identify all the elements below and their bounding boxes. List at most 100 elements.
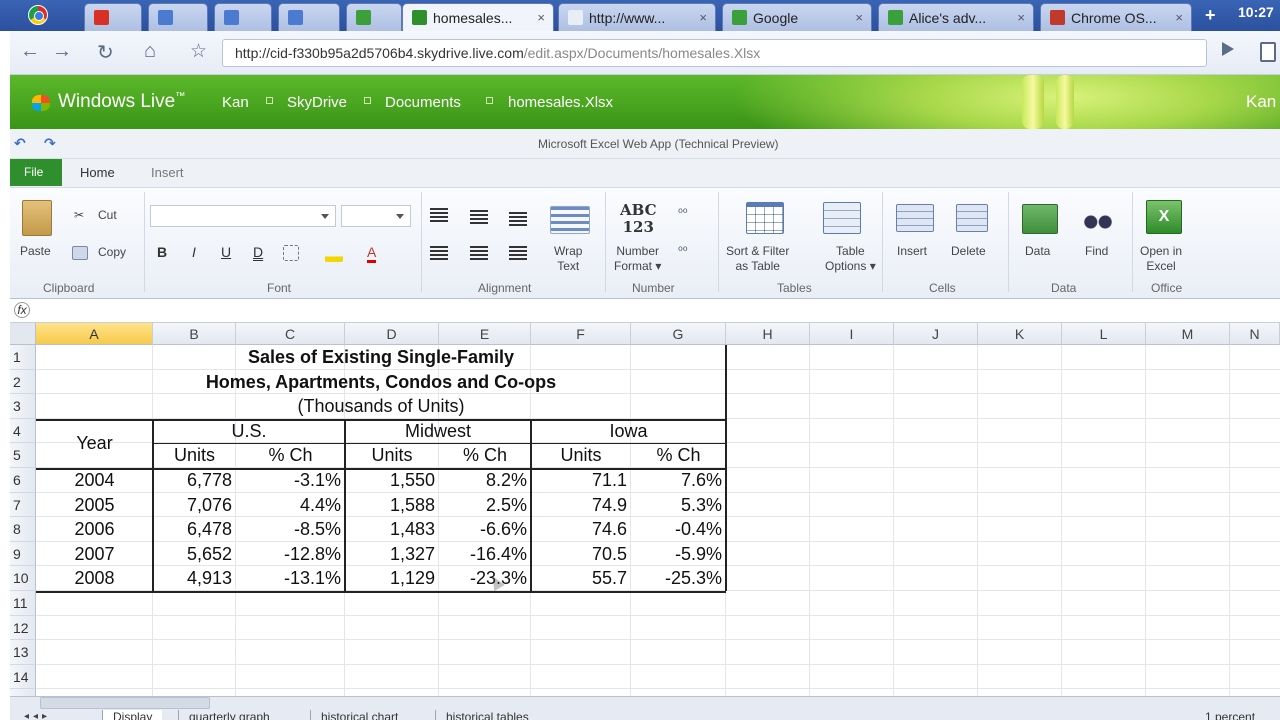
row-header[interactable]: 14 [10, 664, 36, 690]
column-header[interactable]: E [439, 323, 531, 345]
browser-tab[interactable] [148, 3, 208, 31]
data-cell[interactable]: -16.4% [439, 542, 531, 567]
wrap-text-label[interactable]: Wrap Text [554, 244, 582, 274]
data-cell[interactable]: 1,327 [345, 542, 439, 567]
forward-arrow-icon[interactable]: → [52, 40, 72, 63]
borders-icon[interactable] [283, 245, 299, 261]
year-cell[interactable]: 2008 [36, 566, 153, 591]
underline-button[interactable]: U [221, 244, 231, 260]
increase-decimal-icon[interactable]: ⁰⁰ [678, 206, 688, 221]
copy-icon[interactable] [72, 246, 88, 260]
data-cell[interactable]: 4,913 [153, 566, 236, 591]
tab-file[interactable]: File [10, 159, 62, 186]
cut-label[interactable]: Cut [98, 208, 117, 223]
font-color-button[interactable]: A [367, 244, 377, 263]
year-cell[interactable]: 2005 [36, 493, 153, 518]
tab-home[interactable]: Home [80, 165, 115, 180]
close-tab-icon[interactable]: × [1017, 10, 1025, 25]
table-options-label[interactable]: Table Options ▾ [825, 244, 876, 274]
column-subheader[interactable]: % Ch [439, 443, 531, 468]
browser-tab[interactable] [84, 3, 142, 31]
data-cell[interactable]: 5,652 [153, 542, 236, 567]
wrap-text-icon[interactable] [550, 206, 590, 234]
open-in-excel-icon[interactable]: X [1146, 200, 1182, 234]
cut-icon[interactable]: ✂ [74, 208, 84, 223]
data-cell[interactable]: 8.2% [439, 468, 531, 493]
crumb-user[interactable]: Kan [222, 94, 249, 111]
row-header[interactable]: 10 [10, 566, 36, 591]
column-header[interactable]: L [1062, 323, 1146, 345]
windows-live-brand[interactable]: Windows Live™ [58, 91, 185, 113]
data-cell[interactable]: 1,550 [345, 468, 439, 493]
close-tab-icon[interactable]: × [699, 10, 707, 25]
column-header[interactable]: H [726, 323, 810, 345]
data-cell[interactable]: 2.5% [439, 493, 531, 518]
data-button-label[interactable]: Data [1025, 244, 1050, 259]
data-cell[interactable]: 7.6% [631, 468, 726, 493]
font-size-combo[interactable] [341, 205, 411, 227]
italic-button[interactable]: I [192, 244, 196, 260]
find-label[interactable]: Find [1085, 244, 1108, 259]
open-in-excel-label[interactable]: Open in Excel [1140, 244, 1182, 274]
row-header[interactable]: 1 [10, 345, 36, 370]
column-header[interactable]: G [631, 323, 726, 345]
new-tab-button[interactable]: + [1205, 5, 1216, 26]
data-cell[interactable]: 4.4% [236, 493, 345, 518]
align-middle-icon[interactable] [470, 210, 488, 224]
row-header[interactable]: 15 [10, 689, 36, 696]
delete-cells-label[interactable]: Delete [951, 244, 986, 259]
data-cell[interactable]: 6,778 [153, 468, 236, 493]
data-cell[interactable]: -3.1% [236, 468, 345, 493]
row-header[interactable]: 9 [10, 541, 36, 567]
fill-color-icon[interactable] [325, 244, 343, 262]
tab-insert[interactable]: Insert [151, 165, 184, 180]
paste-label[interactable]: Paste [20, 244, 51, 259]
paste-icon[interactable] [22, 200, 52, 236]
align-left-icon[interactable] [430, 246, 448, 260]
column-subheader[interactable]: Units [153, 443, 236, 468]
sheet-tab[interactable]: quarterly graph [178, 710, 280, 720]
table-options-icon[interactable] [823, 202, 861, 234]
data-refresh-icon[interactable] [1022, 204, 1058, 234]
data-cell[interactable]: 55.7 [531, 566, 631, 591]
insert-cells-icon[interactable] [896, 204, 934, 232]
align-right-icon[interactable] [509, 246, 527, 260]
browser-tab[interactable]: Alice's adv... × [878, 3, 1034, 31]
data-cell[interactable]: -0.4% [631, 517, 726, 542]
align-top-icon[interactable] [430, 208, 448, 222]
page-menu-icon[interactable] [1260, 42, 1276, 62]
close-tab-icon[interactable]: × [537, 10, 545, 25]
table-title-line-2[interactable]: Homes, Apartments, Condos and Co-ops [36, 370, 726, 395]
horizontal-scrollbar[interactable] [40, 697, 210, 709]
chrome-logo-icon[interactable] [28, 5, 48, 25]
double-underline-button[interactable]: D [253, 244, 263, 260]
year-cell[interactable]: 2006 [36, 517, 153, 542]
data-cell[interactable]: 1,588 [345, 493, 439, 518]
number-format-icon[interactable]: ABC 123 [620, 202, 657, 236]
data-cell[interactable]: -13.1% [236, 566, 345, 591]
row-header[interactable]: 5 [10, 443, 36, 468]
column-header[interactable]: A [36, 323, 153, 345]
sort-filter-label[interactable]: Sort & Filter as Table [726, 244, 789, 274]
crumb-documents[interactable]: Documents [385, 94, 461, 111]
close-tab-icon[interactable]: × [855, 10, 863, 25]
spreadsheet-grid[interactable]: ABCDEFGHIJKLMN 123456789101112131415 Sal… [10, 323, 1280, 696]
column-header[interactable]: J [894, 323, 978, 345]
row-header[interactable]: 8 [10, 517, 36, 542]
undo-icon[interactable]: ↶ [14, 135, 26, 152]
redo-icon[interactable]: ↷ [44, 135, 56, 152]
year-cell[interactable]: 2004 [36, 468, 153, 493]
column-header[interactable]: B [153, 323, 236, 345]
data-cell[interactable]: -23.3% [439, 566, 531, 591]
sheet-tab[interactable]: Display [102, 710, 163, 720]
data-cell[interactable]: 6,478 [153, 517, 236, 542]
row-header[interactable]: 4 [10, 418, 36, 444]
year-header[interactable]: Year [36, 419, 153, 468]
insert-cells-label[interactable]: Insert [897, 244, 927, 259]
reload-icon[interactable]: ↻ [97, 40, 114, 65]
data-cell[interactable]: 74.6 [531, 517, 631, 542]
row-header[interactable]: 12 [10, 615, 36, 641]
row-header[interactable]: 7 [10, 492, 36, 518]
row-header[interactable]: 3 [10, 394, 36, 419]
data-cell[interactable]: -12.8% [236, 542, 345, 567]
